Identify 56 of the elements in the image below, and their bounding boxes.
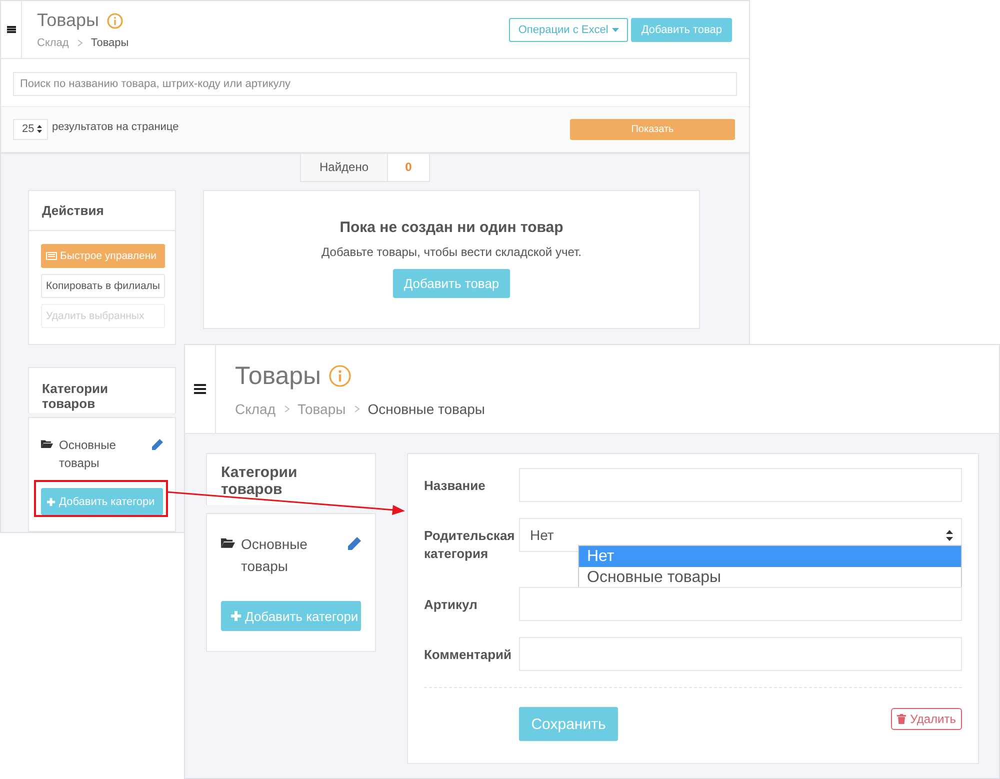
breadcrumb-item[interactable]: Склад [235,400,276,416]
dropdown-option[interactable]: Нет [579,546,961,567]
breadcrumb-item: Основные товары [368,400,485,416]
panel-title: Категории товаров [28,366,176,413]
field-label: Комментарий [424,646,513,664]
menu-icon [6,26,16,34]
keyboard-icon [46,252,57,260]
input-field[interactable] [519,468,962,502]
breadcrumb-item[interactable]: Склад [37,37,69,50]
folder-icon [41,438,53,448]
empty-state-title: Пока не создан ни один товар [340,218,564,236]
add-category-button[interactable]: Добавить категори [221,601,361,632]
per-page-label: результатов на странице [52,121,179,134]
input-field[interactable] [519,637,962,672]
folder-icon [221,537,235,548]
chevron-icon [354,404,360,412]
chevron-icon [284,404,290,412]
menu-icon [194,384,206,394]
breadcrumb-item: Товары [90,37,129,50]
found-label: Найдено [301,154,388,181]
field-label: Название [424,477,486,495]
found-count: 0 [404,159,413,176]
panel-title: Действия [29,190,175,231]
page-title: Товары [235,362,321,390]
caret-icon [612,28,620,32]
plus-icon [47,498,55,506]
show-button[interactable]: Показать [570,118,735,140]
excel-dropdown-button[interactable]: Операции с Excel [509,18,628,42]
category-item[interactable]: Основные товары [241,534,342,578]
info-icon [329,365,351,387]
field-label: Артикул [424,596,478,614]
page-title: Товары [37,10,99,32]
panel-title: Категории товаров [206,453,376,505]
add-button[interactable]: Добавить товар [631,18,732,42]
search-field[interactable]: Поиск по названию товара, штрих-коду или артикулу [13,72,737,96]
sort-icon [37,125,42,134]
pencil-icon [348,537,361,550]
chevron-icon [76,39,83,48]
info-icon [106,12,123,29]
action-button[interactable]: Копировать в филиалы [41,274,165,298]
plus-icon [231,611,241,622]
breadcrumb-item[interactable]: Товары [298,400,346,416]
category-item[interactable]: Основные товары [59,436,146,473]
add-product-button[interactable]: Добавить товар [393,268,510,298]
empty-state-text: Добавьте товары, чтобы вести складской учет. [322,244,582,259]
field-label: Родительская категория [424,527,516,562]
sort-icon [946,530,953,540]
pencil-icon [152,438,163,450]
trash-icon [897,714,906,724]
add-category-button[interactable]: Добавить категори [41,488,163,515]
dropdown-option[interactable]: Основные товары [579,567,961,588]
delete-button[interactable]: Удалить [891,708,962,730]
per-page-select[interactable]: 25 [13,118,48,140]
action-button[interactable]: Быстрое управлени [41,244,165,268]
save-button[interactable]: Сохранить [519,707,618,742]
input-field[interactable] [519,587,962,622]
